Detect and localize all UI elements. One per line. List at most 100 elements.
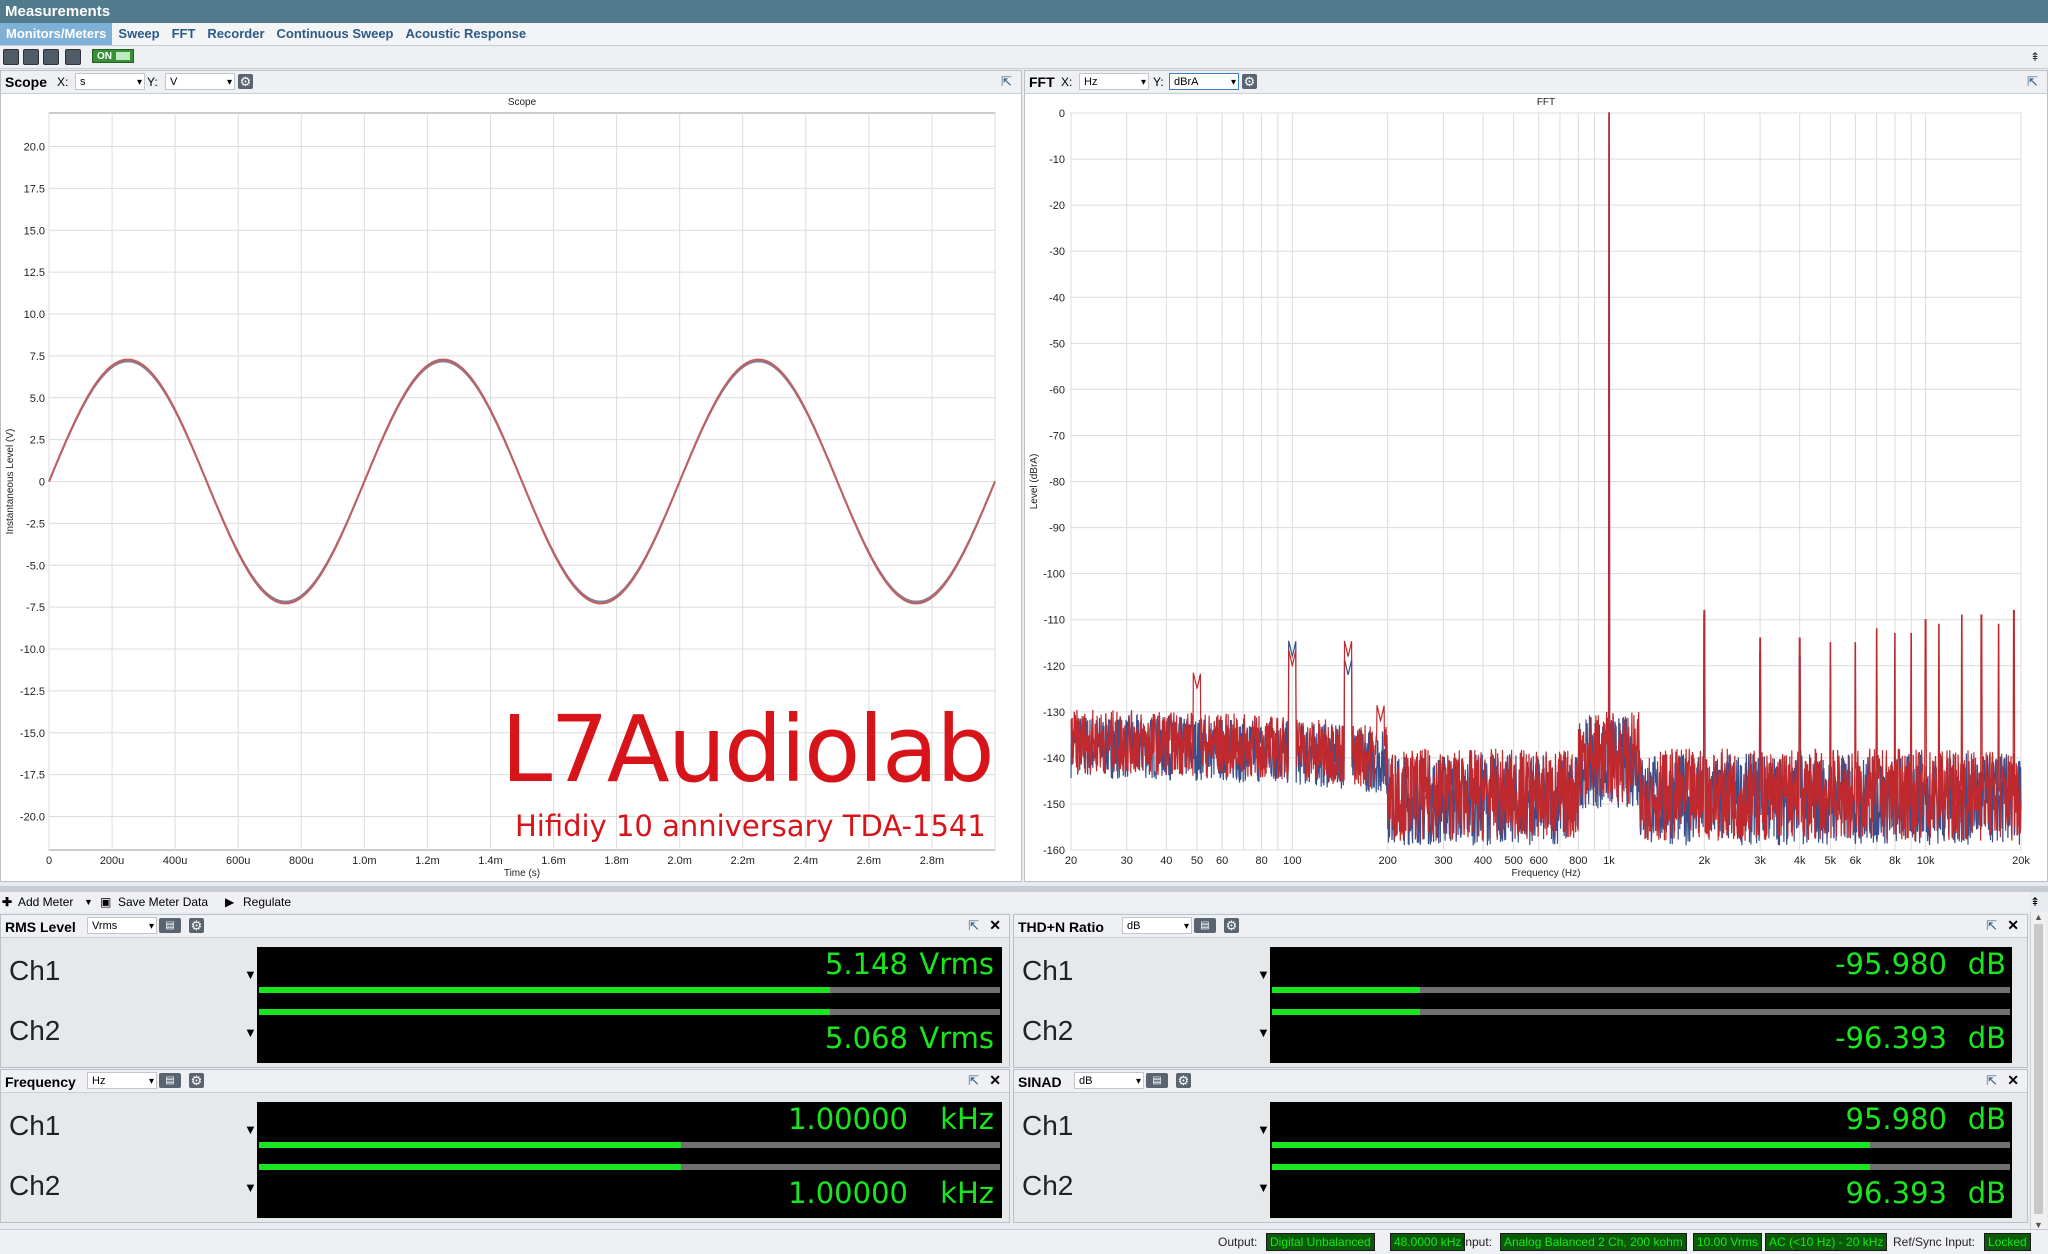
level-fill: [1272, 987, 1420, 993]
gear-icon[interactable]: ⚙: [189, 1073, 204, 1088]
chevron-down-icon[interactable]: ▼: [84, 892, 93, 912]
x-tick-label: 300: [1434, 855, 1452, 867]
input-connector[interactable]: Analog Balanced 2 Ch, 200 kohm: [1500, 1233, 1687, 1251]
close-icon[interactable]: ✕: [2007, 1072, 2019, 1089]
y-tick-label: 15.0: [24, 225, 45, 237]
gear-icon[interactable]: ⚙: [1224, 918, 1239, 933]
save-icon[interactable]: ▣: [100, 892, 111, 912]
y-tick-label: 7.5: [30, 351, 45, 363]
scope-x-unit-select[interactable]: s: [75, 73, 145, 91]
fft-y-unit-select[interactable]: dBrA: [1169, 73, 1239, 91]
y-tick-label: -20.0: [20, 812, 45, 824]
level-fill: [259, 1164, 682, 1170]
y-tick-label: -100: [1043, 569, 1065, 581]
gear-icon[interactable]: ⚙: [1176, 1073, 1191, 1088]
x-tick-label: 3k: [1754, 855, 1766, 867]
popout-icon[interactable]: ⇱: [1986, 1073, 1997, 1089]
chevron-down-icon[interactable]: ▼: [244, 967, 257, 982]
tab-continuous-sweep[interactable]: Continuous Sweep: [271, 23, 400, 45]
output-sample-rate[interactable]: 48.0000 kHz: [1390, 1233, 1466, 1251]
x-tick-label: 50: [1191, 855, 1203, 867]
watermark-logo: L7Audiolab: [501, 696, 995, 803]
meters-scrollbar[interactable]: ▲ ▼: [2030, 912, 2047, 1230]
input-range[interactable]: 10.00 Vrms: [1693, 1233, 1762, 1251]
play-icon[interactable]: ▶: [225, 892, 234, 912]
popout-icon[interactable]: ⇱: [968, 918, 979, 934]
level-fill: [1272, 1142, 1870, 1148]
x-tick-label: 600: [1530, 855, 1548, 867]
reading-value: 1.00000: [788, 1176, 908, 1210]
meter-unit-select[interactable]: dB: [1074, 1072, 1144, 1090]
chart-title: Scope: [508, 97, 537, 108]
pin-icon[interactable]: ⇞: [2030, 892, 2040, 912]
close-icon[interactable]: ✕: [989, 1072, 1001, 1089]
tab-sweep[interactable]: Sweep: [112, 23, 165, 45]
y-tick-label: -90: [1049, 523, 1065, 535]
y-tick-label: -120: [1043, 661, 1065, 673]
channel-label: Ch2: [1022, 1170, 1074, 1201]
popout-icon[interactable]: ⇱: [968, 1073, 979, 1089]
meter-unit-select[interactable]: dB: [1122, 917, 1192, 935]
y-tick-label: 17.5: [24, 183, 45, 195]
chevron-down-icon[interactable]: ▼: [244, 1180, 257, 1195]
x-tick-label: 100: [1283, 855, 1301, 867]
y-tick-label: -50: [1049, 338, 1065, 350]
add-icon[interactable]: ✚: [2, 892, 12, 912]
chevron-down-icon[interactable]: ▼: [1257, 1180, 1270, 1195]
y-tick-label: -10.0: [20, 644, 45, 656]
gear-icon[interactable]: ⚙: [1242, 74, 1257, 89]
x-tick-label: 1.8m: [604, 855, 628, 867]
y-tick-label: -10: [1049, 154, 1065, 166]
ref-sync-state[interactable]: Locked: [1984, 1233, 2031, 1251]
reading-value: 95.980: [1845, 1102, 1947, 1136]
display-options-icon[interactable]: ▤: [159, 1073, 181, 1088]
x-tick-label: 1.2m: [415, 855, 439, 867]
popout-icon[interactable]: ⇱: [1001, 74, 1012, 90]
layout-icon[interactable]: [3, 49, 19, 65]
input-filter[interactable]: AC (<10 Hz) - 20 kHz: [1765, 1233, 1888, 1251]
reading-unit: Vrms: [919, 1021, 994, 1055]
generator-on-toggle[interactable]: ON: [92, 49, 134, 63]
display-options-icon[interactable]: ▤: [159, 918, 181, 933]
display-options-icon[interactable]: ▤: [1146, 1073, 1168, 1088]
scroll-up-icon[interactable]: ▲: [2034, 912, 2043, 922]
gear-icon[interactable]: ⚙: [189, 918, 204, 933]
regulate-button[interactable]: Regulate: [243, 892, 291, 912]
popout-icon[interactable]: ⇱: [1986, 918, 1997, 934]
reading-unit: kHz: [940, 1176, 994, 1210]
popout-icon[interactable]: ⇱: [2027, 74, 2038, 90]
display-options-icon[interactable]: ▤: [1194, 918, 1216, 933]
tab-fft[interactable]: FFT: [166, 23, 202, 45]
reading-value: -95.980: [1835, 947, 1947, 981]
image-icon[interactable]: [65, 49, 81, 65]
x-tick-label: 6k: [1850, 855, 1862, 867]
x-tick-label: 400u: [163, 855, 187, 867]
scroll-thumb[interactable]: [2034, 924, 2043, 1214]
close-icon[interactable]: ✕: [989, 917, 1001, 934]
chevron-down-icon[interactable]: ▼: [1257, 967, 1270, 982]
add-meter-button[interactable]: Add Meter: [18, 892, 73, 912]
meter-unit-select[interactable]: Hz: [87, 1072, 157, 1090]
close-icon[interactable]: ✕: [2007, 917, 2019, 934]
tab-recorder[interactable]: Recorder: [201, 23, 270, 45]
output-connector[interactable]: Digital Unbalanced: [1266, 1233, 1375, 1251]
x-tick-label: 500: [1505, 855, 1523, 867]
y-axis-label: Instantaneous Level (V): [5, 429, 16, 535]
chevron-down-icon[interactable]: ▼: [244, 1122, 257, 1137]
meter-unit-select[interactable]: Vrms: [87, 917, 157, 935]
scope-y-unit-select[interactable]: V: [165, 73, 235, 91]
fft-x-unit-select[interactable]: Hz: [1079, 73, 1149, 91]
save-meter-data-button[interactable]: Save Meter Data: [118, 892, 208, 912]
chevron-down-icon[interactable]: ▼: [244, 1025, 257, 1040]
chevron-down-icon[interactable]: ▼: [1257, 1025, 1270, 1040]
pin-icon[interactable]: ⇞: [2030, 50, 2040, 64]
gear-icon[interactable]: ⚙: [238, 74, 253, 89]
chevron-down-icon[interactable]: ▼: [1257, 1122, 1270, 1137]
scope-y-label: Y:: [147, 75, 158, 89]
x-tick-label: 5k: [1825, 855, 1837, 867]
tab-acoustic-response[interactable]: Acoustic Response: [400, 23, 533, 45]
tab-monitors-meters[interactable]: Monitors/Meters: [0, 23, 113, 45]
y-tick-label: -15.0: [20, 728, 45, 740]
clock-icon[interactable]: [43, 49, 59, 65]
waveform-icon[interactable]: [23, 49, 39, 65]
